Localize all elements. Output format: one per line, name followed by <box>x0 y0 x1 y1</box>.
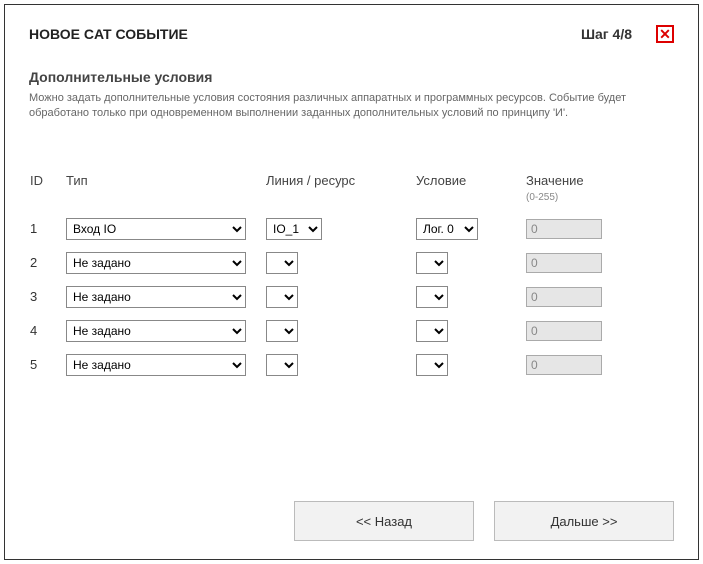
line-select[interactable] <box>266 354 298 376</box>
line-select[interactable] <box>266 320 298 342</box>
close-icon[interactable]: ✕ <box>656 25 674 43</box>
condition-select[interactable] <box>416 320 448 342</box>
dialog-window: НОВОЕ CAT СОБЫТИЕ Шаг 4/8 ✕ Дополнительн… <box>4 4 699 560</box>
step-area: Шаг 4/8 ✕ <box>581 25 674 43</box>
col-header-id: ID <box>29 172 65 207</box>
type-select[interactable]: Не задано <box>66 252 246 274</box>
row-id: 4 <box>29 319 65 343</box>
condition-select[interactable] <box>416 286 448 308</box>
dialog-title: НОВОЕ CAT СОБЫТИЕ <box>29 26 188 42</box>
table-row: 1 Вход IO IO_1 Лог. 0 <box>29 217 625 241</box>
type-select[interactable]: Не задано <box>66 354 246 376</box>
line-select[interactable]: IO_1 <box>266 218 322 240</box>
value-input[interactable] <box>526 321 602 341</box>
row-id: 1 <box>29 217 65 241</box>
table-row: 3 Не задано <box>29 285 625 309</box>
condition-select[interactable]: Лог. 0 <box>416 218 478 240</box>
col-header-type: Тип <box>65 172 265 207</box>
condition-select[interactable] <box>416 354 448 376</box>
row-id: 2 <box>29 251 65 275</box>
dialog-footer: << Назад Дальше >> <box>294 501 674 541</box>
value-input[interactable] <box>526 355 602 375</box>
conditions-table: ID Тип Линия / ресурс Условие Значение (… <box>29 162 625 387</box>
value-input[interactable] <box>526 253 602 273</box>
col-header-value-hint: (0-255) <box>526 192 558 203</box>
table-row: 4 Не задано <box>29 319 625 343</box>
next-button[interactable]: Дальше >> <box>494 501 674 541</box>
col-header-value: Значение (0-255) <box>525 172 625 207</box>
section-description: Можно задать дополнительные условия сост… <box>29 91 674 122</box>
dialog-header: НОВОЕ CAT СОБЫТИЕ Шаг 4/8 ✕ <box>29 25 674 43</box>
condition-select[interactable] <box>416 252 448 274</box>
step-indicator: Шаг 4/8 <box>581 26 632 42</box>
table-row: 5 Не задано <box>29 353 625 377</box>
value-input[interactable] <box>526 219 602 239</box>
line-select[interactable] <box>266 286 298 308</box>
row-id: 5 <box>29 353 65 377</box>
value-input[interactable] <box>526 287 602 307</box>
type-select[interactable]: Не задано <box>66 320 246 342</box>
type-select[interactable]: Вход IO <box>66 218 246 240</box>
table-row: 2 Не задано <box>29 251 625 275</box>
line-select[interactable] <box>266 252 298 274</box>
col-header-value-text: Значение <box>526 173 584 188</box>
back-button[interactable]: << Назад <box>294 501 474 541</box>
section-subtitle: Дополнительные условия <box>29 69 674 85</box>
col-header-line: Линия / ресурс <box>265 172 415 207</box>
col-header-cond: Условие <box>415 172 525 207</box>
row-id: 3 <box>29 285 65 309</box>
type-select[interactable]: Не задано <box>66 286 246 308</box>
